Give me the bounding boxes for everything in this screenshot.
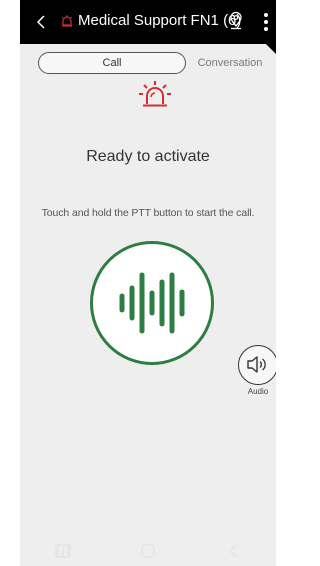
header-bar: Medical Support FN1 (6) bbox=[20, 0, 276, 44]
alarm-icon bbox=[139, 81, 171, 107]
location-pin-icon[interactable] bbox=[228, 11, 244, 31]
recent-apps-icon[interactable] bbox=[43, 536, 83, 566]
status-text: Ready to activate bbox=[86, 148, 210, 165]
alarm-icon bbox=[61, 15, 73, 27]
hint-text: Touch and hold the PTT button to start t… bbox=[41, 207, 255, 219]
chevron-left-icon[interactable] bbox=[34, 12, 50, 32]
system-nav-bar bbox=[20, 536, 276, 566]
tab-conversation[interactable]: Conversation bbox=[190, 52, 270, 74]
tab-call[interactable]: Call bbox=[38, 52, 186, 74]
soundwave-icon bbox=[119, 272, 185, 334]
page-title: Medical Support FN1 (6) bbox=[78, 12, 242, 29]
speaker-icon bbox=[247, 356, 266, 373]
ptt-button[interactable] bbox=[90, 241, 214, 365]
audio-button[interactable] bbox=[238, 345, 276, 385]
home-icon[interactable] bbox=[128, 536, 168, 566]
more-vertical-icon[interactable] bbox=[262, 12, 270, 34]
audio-label: Audio bbox=[247, 387, 269, 396]
app-screen: Medical Support FN1 (6) Call Conversatio… bbox=[20, 0, 276, 566]
back-icon[interactable] bbox=[213, 536, 253, 566]
